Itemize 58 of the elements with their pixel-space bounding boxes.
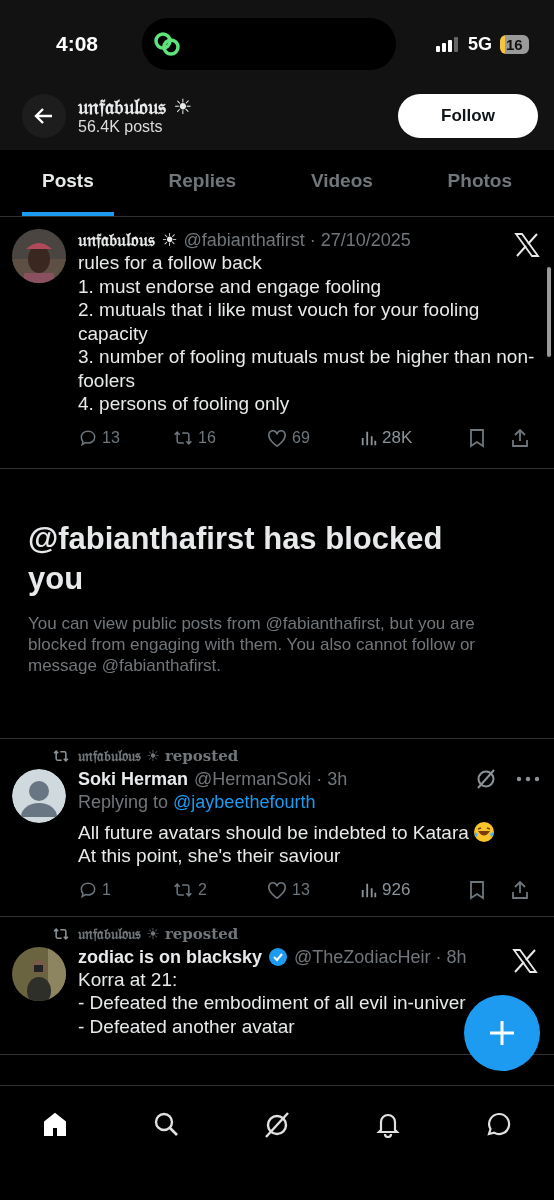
reposted-label: 𝔲𝔫𝔣𝔞𝔟𝔲𝔩𝔬𝔲𝔰 ☀ reposted [78, 924, 239, 943]
post-text: - Defeated the embodiment of all evil in-univer [78, 991, 466, 1015]
profile-name: 𝔲𝔫𝔣𝔞𝔟𝔲𝔩𝔬𝔲𝔰 ☀ [78, 95, 194, 118]
bookmark-icon[interactable] [468, 427, 486, 448]
post-text: 4. persons of fooling only [78, 392, 290, 416]
post-text: 3. number of fooling mutuals must be higher than non-foolers [78, 345, 536, 392]
back-button[interactable] [22, 94, 66, 138]
repost-icon [52, 748, 70, 763]
blocked-title: @fabianthafirst has blocked you [28, 519, 444, 598]
views-button[interactable]: 926 [360, 879, 460, 900]
reposted-label: 𝔲𝔫𝔣𝔞𝔟𝔲𝔩𝔬𝔲𝔰 ☀ reposted [78, 746, 239, 765]
default-avatar-icon [12, 768, 66, 823]
x-logo-icon [514, 233, 540, 257]
post-text: All future avatars should be indebted to Katara [78, 820, 495, 844]
author-handle: @HermanSoki · 3h [194, 768, 348, 790]
reply-button[interactable]: 13 [78, 427, 172, 448]
laughing-emoji-icon [472, 820, 495, 843]
author-handle: @TheZodiacHeir · 8h [294, 946, 467, 968]
post-count: 56.4K posts [78, 118, 164, 136]
author-name[interactable]: 𝔲𝔫𝔣𝔞𝔟𝔲𝔩𝔬𝔲𝔰 ☀ [78, 229, 178, 251]
post-text: At this point, she's their saviour [78, 844, 341, 868]
tab[interactable]: Posts [22, 150, 114, 216]
back-arrow-icon [34, 107, 54, 125]
tab[interactable]: Photos [427, 150, 532, 216]
blocked-message: You can view public posts from @fabianthafirst, but you are blocked from engaging with them. You also cannot follow or message @fabianthafirst. [28, 612, 476, 676]
reply-button[interactable]: 1 [78, 879, 172, 900]
share-icon[interactable] [510, 427, 530, 448]
post-text: 2. mutuals that i like must vouch for your fooling capacity [78, 298, 481, 345]
network-label: 5G [468, 33, 492, 55]
battery-indicator: 16 [500, 34, 529, 54]
post-text: rules for a follow back [78, 251, 262, 275]
tab[interactable]: Replies [148, 150, 257, 216]
bookmark-icon[interactable] [468, 879, 486, 900]
x-logo-icon [512, 948, 538, 973]
chain-link-icon [152, 30, 182, 58]
follow-button[interactable]: Follow [398, 94, 538, 138]
author-handle: @fabianthafirst · 27/10/2025 [183, 229, 411, 251]
repost-button[interactable]: 2 [172, 879, 266, 900]
plus-icon [487, 1018, 517, 1048]
signal-icon [436, 36, 460, 52]
author-name[interactable]: Soki Herman [78, 768, 189, 790]
tab[interactable]: Videos [290, 150, 393, 216]
mention-link[interactable]: @jaybeethefourth [173, 791, 316, 812]
post-text: 1. must endorse and engage fooling [78, 274, 382, 298]
repost-icon [52, 926, 70, 941]
author-name[interactable]: zodiac is on blacksky [78, 946, 263, 968]
post-text: Korra at 21: [78, 967, 178, 991]
like-button[interactable]: 13 [266, 879, 360, 900]
status-time: 4:08 [56, 32, 100, 56]
views-button[interactable]: 28K [360, 427, 460, 448]
replying-label: Replying to [78, 791, 169, 812]
post-text: - Defeated another avatar [78, 1014, 295, 1038]
more-options-icon[interactable] [516, 775, 540, 782]
like-button[interactable]: 69 [266, 427, 360, 448]
share-icon[interactable] [510, 879, 530, 900]
heart-icon [266, 879, 288, 900]
heart-icon [266, 427, 288, 448]
repost-button[interactable]: 16 [172, 427, 266, 448]
